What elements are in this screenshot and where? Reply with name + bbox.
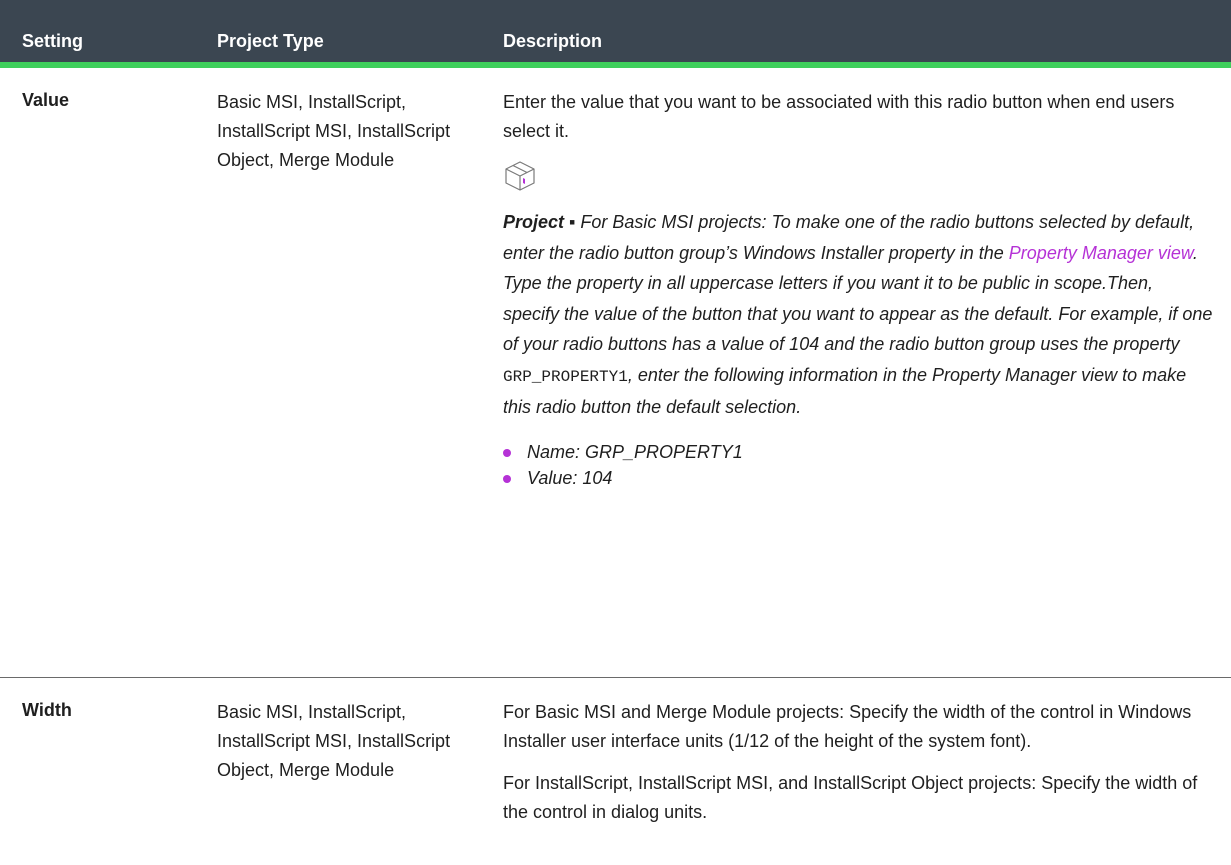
setting-name: Value [22,90,70,110]
description-text: For Basic MSI and Merge Module projects:… [503,702,1192,751]
table-header: Setting Project Type Description [0,0,1231,68]
property-code: GRP_PROPERTY1 [503,367,628,386]
description-text: Enter the value that you want to be asso… [503,92,1175,141]
property-manager-view-link[interactable]: Property Manager view [1009,243,1193,263]
table-row-width: Width Basic MSI, InstallScript, InstallS… [0,678,1231,865]
description-cell: Enter the value that you want to be asso… [503,88,1213,491]
project-type: Basic MSI, InstallScript, InstallScript … [217,702,451,780]
column-header-description: Description [503,31,603,51]
setting-name: Width [22,700,72,720]
list-item-text: Name: GRP_PROPERTY1 [527,441,743,462]
list-item-text: Value: 104 [527,467,613,488]
list-item: Name: GRP_PROPERTY1 [503,439,1213,465]
table-row-value: Value Basic MSI, InstallScript, InstallS… [0,68,1231,678]
bullet-icon [503,474,511,483]
column-header-setting: Setting [22,31,83,51]
package-box-icon [505,161,535,191]
project-note: Project ▪ For Basic MSI projects: To mak… [503,207,1213,423]
description-text: For InstallScript, InstallScript MSI, an… [503,773,1198,822]
column-header-project-type: Project Type [217,31,324,51]
description-cell: For Basic MSI and Merge Module projects:… [503,698,1213,840]
bullet-icon [503,448,511,457]
note-label: Project ▪ [503,212,576,232]
settings-table: Setting Project Type Description Value B… [0,0,1231,865]
project-type: Basic MSI, InstallScript, InstallScript … [217,92,451,170]
bullet-list: Name: GRP_PROPERTY1 Value: 104 [503,439,1213,491]
list-item: Value: 104 [503,465,1213,491]
